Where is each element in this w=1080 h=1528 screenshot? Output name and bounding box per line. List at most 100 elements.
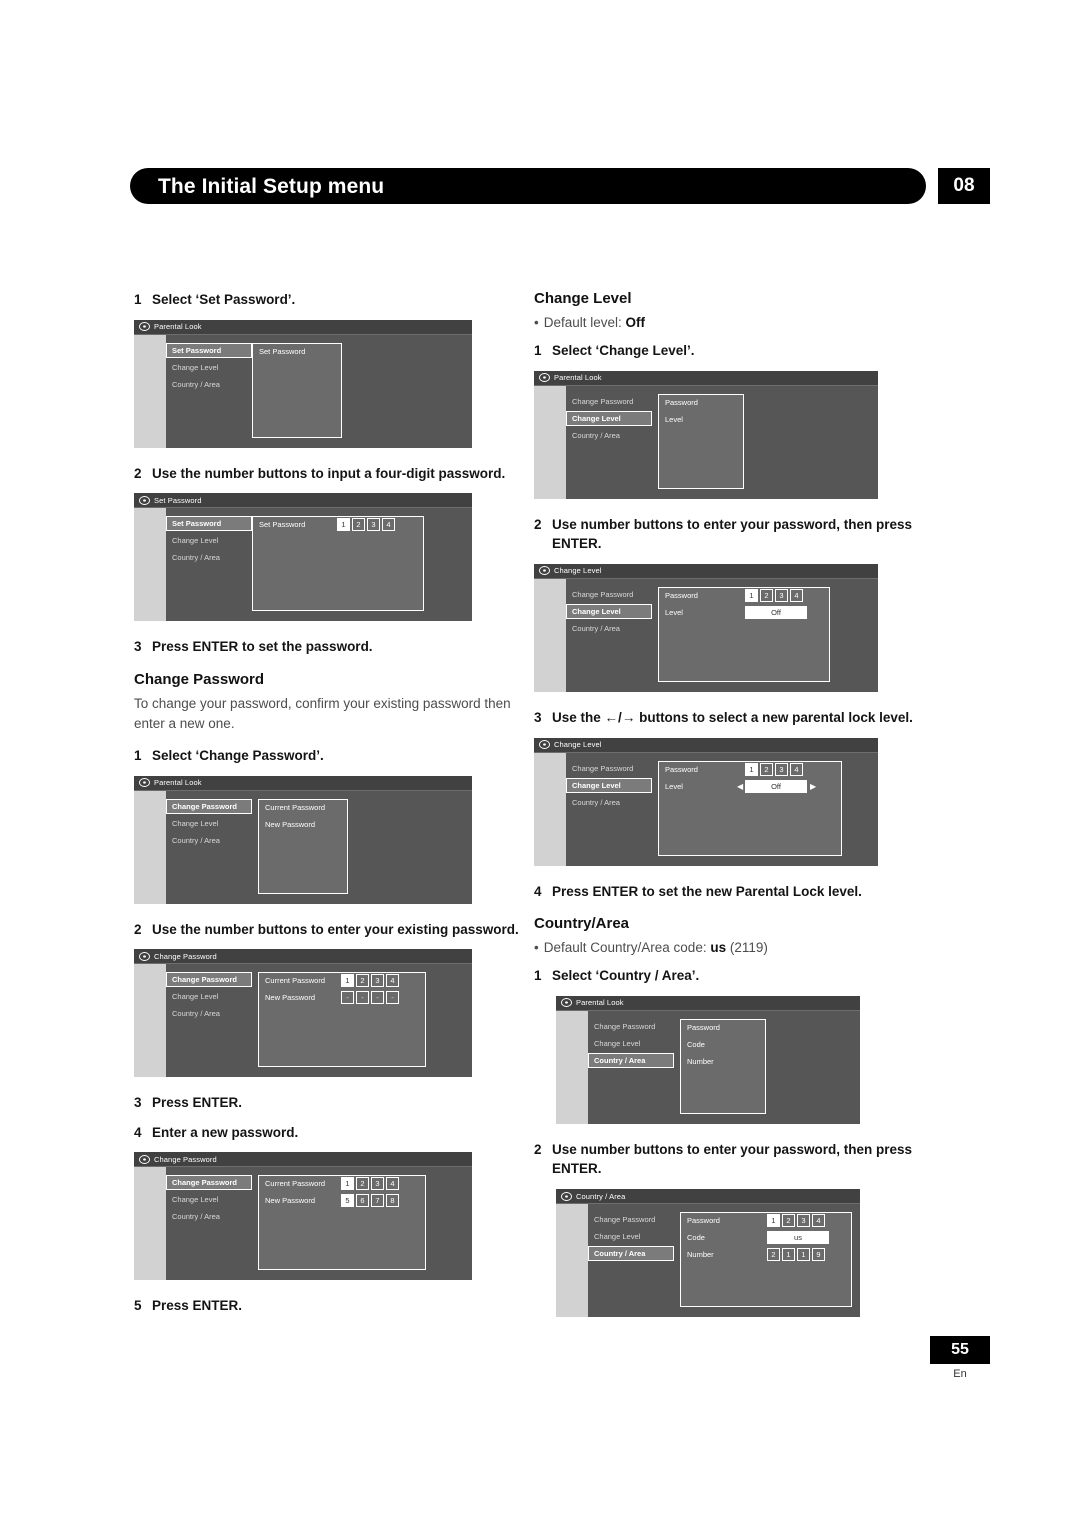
osd-menu-item[interactable]: Change Level <box>566 410 652 426</box>
osd-menu-item[interactable]: Country / Area <box>588 1246 674 1261</box>
osd-menu: Change Password Change Level Country / A… <box>166 972 252 1023</box>
osd-menu-item[interactable]: Country / Area <box>166 1006 252 1021</box>
osd-menu-item[interactable]: Country / Area <box>166 377 252 392</box>
osd-panel-row: Level <box>665 414 683 424</box>
digit: 3 <box>775 588 788 602</box>
osd-panel-row: Password <box>687 1022 720 1032</box>
digit: 1 <box>745 762 758 776</box>
osd-panel-row: Set Password <box>259 346 306 356</box>
osd-menu-item[interactable]: Change Level <box>588 1036 674 1051</box>
digit: 8 <box>386 1194 399 1208</box>
section-heading-change-level: Change Level <box>534 290 632 307</box>
osd-panel-row: New Password <box>265 819 316 829</box>
digit: 2 <box>356 1177 369 1191</box>
osd-title: Parental Look <box>576 998 624 1008</box>
osd-body: Change Password Change Level Country / A… <box>134 964 472 1078</box>
digit: 3 <box>371 974 384 988</box>
right-cursor-icon[interactable]: ▶ <box>810 782 816 791</box>
level-value: Off <box>745 779 807 793</box>
step-text: Use the number buttons to input a four-d… <box>152 465 506 481</box>
osd-left-strip <box>134 334 166 448</box>
disc-icon <box>139 778 150 788</box>
osd-screenshot-change-level-select: Change Level Change Password Change Leve… <box>534 737 878 866</box>
digit: 2 <box>352 518 365 532</box>
osd-body: Change Password Change Level Country / A… <box>556 1204 860 1317</box>
password-digits: 1 2 3 4 <box>745 588 803 602</box>
right-column: Change Level • Default level: Off 1 Selec… <box>534 290 934 1333</box>
list-item: 1 Select ‘Change Password’. <box>134 746 534 766</box>
osd-screenshot-change-password-enter-existing: Change Password Change Password Change L… <box>134 949 472 1078</box>
osd-menu: Change Password Change Level Country / A… <box>566 394 652 445</box>
osd-menu-item[interactable]: Change Password <box>166 1175 252 1191</box>
osd-menu-item[interactable]: Country / Area <box>166 550 252 565</box>
osd-menu-item[interactable]: Change Level <box>166 533 252 548</box>
section-body-change-password: To change your password, confirm your ex… <box>134 695 511 731</box>
step-number: 3 <box>534 709 542 725</box>
osd-menu-item[interactable]: Change Level <box>166 360 252 375</box>
osd-menu-item[interactable]: Change Password <box>588 1212 674 1227</box>
list-item: 3 Press ENTER to set the password. <box>134 637 534 657</box>
osd-menu-item[interactable]: Change Level <box>566 777 652 793</box>
osd-titlebar: Country / Area <box>556 1189 860 1204</box>
osd-panel: Password Level <box>658 393 744 489</box>
step-text-before: Use the <box>552 709 601 725</box>
osd-titlebar: Parental Look <box>534 370 878 386</box>
new-password-digits: - - - - <box>341 991 399 1005</box>
page-title: The Initial Setup menu <box>158 175 385 198</box>
osd-menu-item[interactable]: Change Level <box>566 603 652 619</box>
osd-menu-item[interactable]: Change Password <box>566 761 652 776</box>
osd-menu-item[interactable]: Change Password <box>166 798 252 814</box>
osd-menu-item[interactable]: Change Level <box>166 816 252 831</box>
step-number: 1 <box>134 292 142 307</box>
osd-menu-item[interactable]: Country / Area <box>166 1209 252 1224</box>
digit: 7 <box>371 1194 384 1208</box>
digit: 2 <box>356 974 369 988</box>
osd-titlebar: Parental Look <box>134 775 472 791</box>
osd-left-strip <box>556 1204 588 1317</box>
osd-titlebar: Change Password <box>134 1152 472 1168</box>
osd-panel: Current Password New Password 1 2 3 4 - … <box>258 972 426 1068</box>
step-number: 4 <box>534 883 542 899</box>
osd-screenshot-country-area-password: Country / Area Change Password Change Le… <box>556 1189 860 1317</box>
step-text-after: buttons to select a new parental lock le… <box>639 709 913 725</box>
osd-title: Parental Look <box>154 322 202 332</box>
step-number: 2 <box>134 921 142 937</box>
osd-left-strip <box>556 1010 588 1124</box>
osd-menu-item[interactable]: Change Password <box>566 587 652 602</box>
list-item: 2 Use number buttons to enter your passw… <box>534 1140 934 1179</box>
osd-menu-item[interactable]: Set Password <box>166 342 252 358</box>
osd-menu-item[interactable]: Country / Area <box>566 621 652 636</box>
osd-menu: Set Password Change Level Country / Area <box>166 516 252 567</box>
osd-menu-item[interactable]: Change Password <box>166 972 252 988</box>
osd-menu-item[interactable]: Change Password <box>588 1019 674 1034</box>
digit: 3 <box>367 518 380 532</box>
osd-menu-item[interactable]: Change Password <box>566 394 652 409</box>
osd-menu-item[interactable]: Change Level <box>166 1192 252 1207</box>
section-heading-country-area: Country/Area <box>534 915 630 933</box>
osd-menu-item[interactable]: Country / Area <box>166 833 252 848</box>
digit: 1 <box>341 974 354 988</box>
left-cursor-icon[interactable]: ◀ <box>737 782 743 791</box>
osd-menu-item[interactable]: Country / Area <box>566 795 652 810</box>
digit: 5 <box>341 1194 354 1208</box>
osd-screenshot-parental-lock-country: Parental Look Change Password Change Lev… <box>556 995 860 1124</box>
digit: - <box>341 991 354 1005</box>
osd-menu-item[interactable]: Country / Area <box>566 428 652 443</box>
step-text: Use the ←/→ buttons to select a new pare… <box>552 709 913 725</box>
step-text: Select ‘Change Password’. <box>152 748 324 764</box>
osd-menu-item[interactable]: Set Password <box>166 516 252 532</box>
digit: - <box>386 991 399 1005</box>
osd-screenshot-parental-lock-change-level: Parental Look Change Password Change Lev… <box>534 370 878 499</box>
osd-panel: Set Password <box>252 342 342 438</box>
osd-menu: Change Password Change Level Country / A… <box>166 1175 252 1226</box>
list-item: 2 Use the number buttons to input a four… <box>134 464 534 484</box>
step-text: Press ENTER to set the new Parental Lock… <box>552 883 862 899</box>
osd-title: Change Level <box>554 740 602 749</box>
osd-menu-item[interactable]: Change Level <box>166 989 252 1004</box>
osd-body: Change Password Change Level Country / A… <box>534 385 878 499</box>
osd-body: Change Password Change Level Country / A… <box>534 752 878 866</box>
osd-menu-item[interactable]: Change Level <box>588 1229 674 1244</box>
disc-icon <box>139 322 150 332</box>
osd-menu-item[interactable]: Country / Area <box>588 1052 674 1068</box>
osd-title: Parental Look <box>554 373 602 383</box>
